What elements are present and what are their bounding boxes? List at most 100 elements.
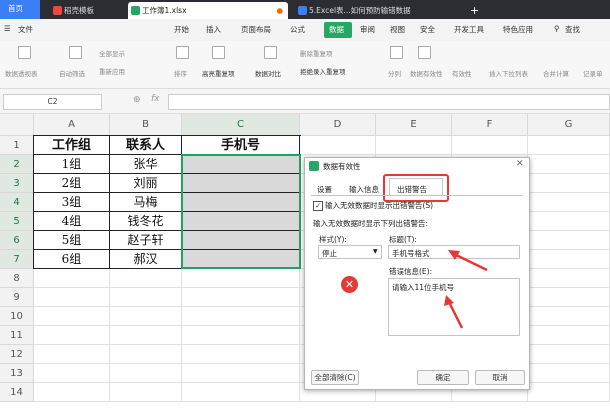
table-cell[interactable] [34,288,110,307]
table-cell[interactable] [34,364,110,383]
show-alert-checkbox[interactable]: ✓ [313,201,323,211]
hamburger-icon[interactable]: ☰ [4,24,11,33]
tab-input-message[interactable]: 输入信息 [349,184,379,195]
col-header-f[interactable]: F [452,114,528,136]
ribbon-pivot-table[interactable]: 数据透视表 [5,68,38,78]
search-icon[interactable]: ⚲ [554,24,560,33]
close-icon[interactable]: ✕ [516,159,524,169]
ribbon-highlight-duplicates[interactable]: 高亮重复项 [202,68,235,78]
table-cell[interactable] [300,136,376,155]
tab-home[interactable]: 首页 [0,0,40,19]
table-cell[interactable] [452,136,528,155]
table-cell[interactable] [528,383,610,402]
table-cell[interactable] [528,155,610,174]
cancel-button[interactable]: 取消 [475,370,525,385]
table-cell[interactable] [110,288,182,307]
ribbon-record[interactable]: 记录单 [583,68,603,78]
table-cell[interactable] [182,364,300,383]
col-header-b[interactable]: B [110,114,182,136]
col-header-c[interactable]: C [182,114,300,136]
table-cell[interactable] [34,326,110,345]
table-cell[interactable] [182,307,300,326]
menu-view[interactable]: 视图 [390,24,405,35]
row-header[interactable]: 5 [0,212,34,231]
table-cell[interactable] [182,345,300,364]
menu-home[interactable]: 开始 [174,24,189,35]
row-header[interactable]: 12 [0,345,34,364]
tab-docer[interactable]: 稻壳模板 [50,2,130,19]
menu-formula[interactable]: 公式 [290,24,305,35]
ribbon-sort[interactable]: 排序 [174,68,187,78]
menu-special[interactable]: 特色应用 [503,24,533,35]
table-cell[interactable] [528,345,610,364]
menu-review[interactable]: 审阅 [360,24,375,35]
style-select[interactable]: 停止 ▼ [318,245,382,259]
row-header[interactable]: 6 [0,231,34,250]
ribbon-validity[interactable]: 有效性 [452,68,472,78]
ribbon-insert-dropdown[interactable]: 插入下拉列表 [489,68,528,78]
col-header-g[interactable]: G [528,114,610,136]
new-tab-button[interactable]: + [466,2,486,19]
row-header[interactable]: 3 [0,174,34,193]
ribbon-data-compare[interactable]: 数据对比 [255,68,281,78]
row-header[interactable]: 4 [0,193,34,212]
table-cell[interactable] [528,193,610,212]
row-header[interactable]: 1 [0,136,34,155]
table-cell[interactable] [34,383,110,402]
row-header[interactable]: 10 [0,307,34,326]
menu-search[interactable]: 查找 [565,24,580,35]
table-cell[interactable] [110,383,182,402]
table-cell[interactable] [182,326,300,345]
table-cell[interactable] [528,326,610,345]
row-header[interactable]: 2 [0,155,34,174]
col-header-e[interactable]: E [376,114,452,136]
row-header[interactable]: 11 [0,326,34,345]
table-cell[interactable] [528,212,610,231]
menu-security[interactable]: 安全 [420,24,435,35]
table-cell[interactable] [528,269,610,288]
ribbon-remove-duplicates[interactable]: 删除重复项 [300,48,333,58]
ribbon-split[interactable]: 分列 [388,68,401,78]
clear-all-button[interactable]: 全部清除(C) [311,370,359,385]
menu-developer[interactable]: 开发工具 [454,24,484,35]
col-header-a[interactable]: A [34,114,110,136]
table-cell[interactable] [528,307,610,326]
row-header[interactable]: 7 [0,250,34,269]
menu-data[interactable]: 数据 [329,24,344,35]
table-cell[interactable] [182,383,300,402]
row-header[interactable]: 9 [0,288,34,307]
ribbon-consolidate[interactable]: 合并计算 [543,68,569,78]
ribbon-reject-duplicates[interactable]: 拒绝录入重复项 [300,66,346,76]
ribbon-data-validation[interactable]: 数据有效性 [410,68,443,78]
col-header-d[interactable]: D [300,114,376,136]
formula-input[interactable] [168,94,610,110]
tab-settings[interactable]: 设置 [317,184,332,195]
row-header[interactable]: 13 [0,364,34,383]
table-cell[interactable] [182,269,300,288]
table-cell[interactable] [110,269,182,288]
table-cell[interactable] [376,136,452,155]
select-all-corner[interactable] [0,114,34,136]
table-cell[interactable] [528,174,610,193]
ok-button[interactable]: 确定 [417,370,469,385]
menu-file[interactable]: 文件 [18,24,33,35]
menu-page-layout[interactable]: 页面布局 [241,24,271,35]
tab-tutorial[interactable]: 5.Excel表...如何预防输错数据 [295,2,465,19]
table-cell[interactable] [34,307,110,326]
menu-insert[interactable]: 插入 [206,24,221,35]
table-cell[interactable] [34,345,110,364]
name-box[interactable]: C2 [3,94,102,110]
table-cell[interactable] [528,250,610,269]
table-cell[interactable] [528,364,610,383]
tab-workbook[interactable]: 工作簿1.xlsx ● [128,2,288,19]
row-header[interactable]: 8 [0,269,34,288]
table-cell[interactable] [528,288,610,307]
table-cell[interactable] [182,288,300,307]
row-header[interactable]: 14 [0,383,34,402]
zoom-icon[interactable]: ⊕ [133,95,141,105]
table-cell[interactable] [110,345,182,364]
table-cell[interactable] [110,364,182,383]
table-cell[interactable] [34,269,110,288]
ribbon-reapply[interactable]: 重新应用 [99,66,125,76]
ribbon-show-all[interactable]: 全部显示 [99,48,125,58]
